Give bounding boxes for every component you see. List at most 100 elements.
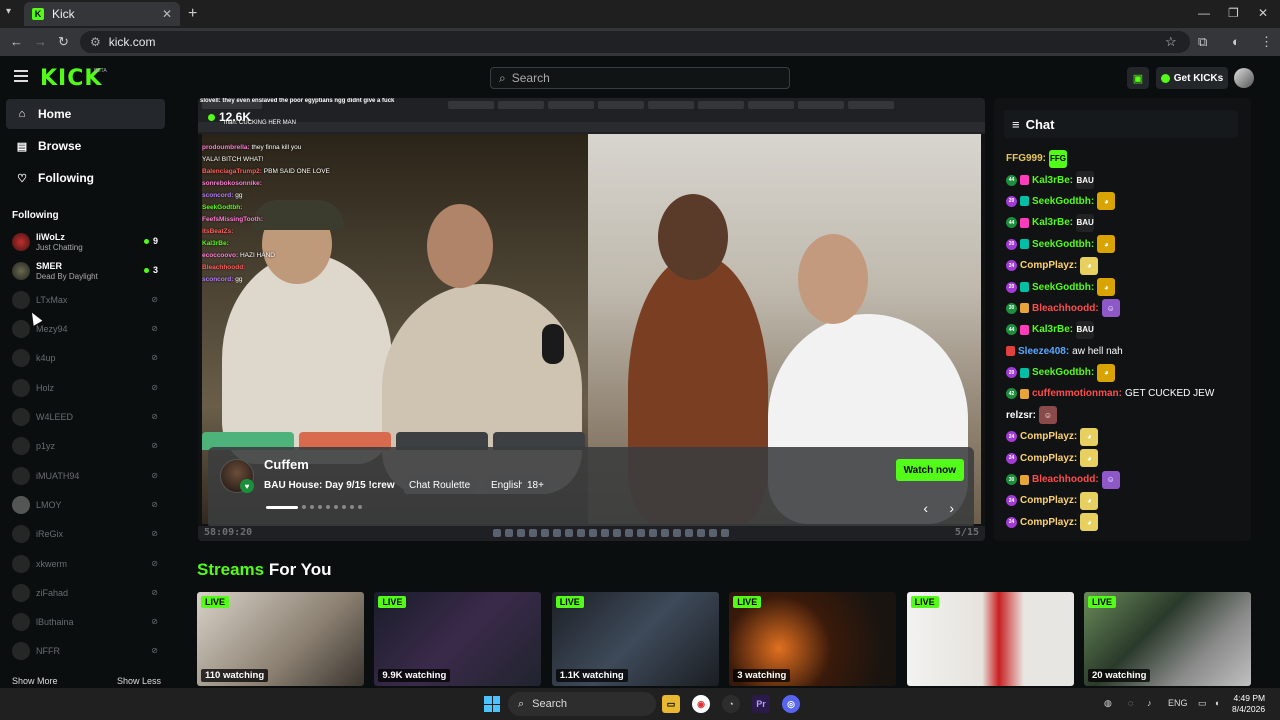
stream-card[interactable]: LIVE 1.1K watching (551, 592, 719, 686)
clock[interactable]: 4:49 PM 8/4/2026 (1232, 693, 1265, 715)
chat-username[interactable]: FFG999: (1006, 153, 1046, 164)
chat-username[interactable]: Bleachhoodd: (1032, 303, 1099, 314)
following-channel[interactable]: p1yz ⊘ (12, 432, 160, 460)
steam-icon[interactable]: ◔ (722, 695, 740, 713)
show-more-button[interactable]: Show More (12, 676, 58, 686)
chat-message: 20 SeekGodtbh: ◕ (1006, 191, 1246, 212)
carousel-prev-icon[interactable]: ‹ (923, 500, 928, 516)
tray-app-icon[interactable]: ◌ (1128, 698, 1133, 708)
chat-username[interactable]: relzsr: (1006, 410, 1036, 421)
new-tab-button[interactable]: + (188, 5, 197, 23)
search-box[interactable]: ⌕ (490, 67, 790, 89)
gift-icon[interactable]: ▣ (1127, 67, 1149, 89)
watching-count: 1.1K watching (555, 669, 628, 682)
following-channel[interactable]: iMUATH94 ⊘ (12, 462, 160, 490)
windows-start-icon[interactable] (484, 696, 500, 712)
chat-username[interactable]: CompPlayz: (1020, 495, 1077, 506)
chat-username[interactable]: Kal3rBe: (1032, 324, 1073, 335)
chat-username[interactable]: Bleachhoodd: (1032, 474, 1099, 485)
stream-card[interactable]: LIVE 9.9K watching (374, 592, 542, 686)
get-kicks-button[interactable]: Get KICKs (1156, 67, 1228, 89)
stream-card[interactable]: LIVE (906, 592, 1074, 686)
taskbar-search-label: Search (532, 698, 568, 710)
carousel-next-icon[interactable]: › (949, 500, 954, 516)
following-channel[interactable]: LTxMax ⊘ (12, 286, 160, 314)
sidebar-item-browse[interactable]: ▤ Browse (6, 131, 165, 161)
stream-tag[interactable]: 18+ (522, 477, 549, 494)
menu-dots-icon[interactable]: ⋮ (1260, 34, 1273, 50)
language-indicator[interactable]: ENG (1168, 698, 1188, 708)
tray-app-icon[interactable]: ◍ (1104, 698, 1112, 709)
chat-username[interactable]: CompPlayz: (1020, 431, 1077, 442)
sub-badge-icon: 24 (1006, 516, 1017, 528)
following-channel[interactable]: ziFahad ⊘ (12, 579, 160, 607)
chat-username[interactable]: Sleeze408: (1018, 346, 1069, 357)
chat-text: GET CUCKED JEW (1125, 388, 1215, 400)
user-avatar[interactable] (1234, 68, 1254, 88)
watch-now-button[interactable]: Watch now (895, 459, 964, 481)
stream-tag[interactable]: Chat Roulette (404, 477, 476, 494)
carousel-pagination[interactable] (266, 505, 362, 509)
chat-badge-icon (1020, 367, 1029, 378)
tab-list-icon[interactable]: ▾ (6, 6, 20, 20)
channel-name: liWoLz (36, 231, 65, 242)
stream-card[interactable]: LIVE 110 watching (197, 592, 364, 686)
channel-name: Mezy94 (36, 323, 68, 334)
following-channel[interactable]: W4LEED ⊘ (12, 403, 160, 431)
sub-badge-icon: 20 (1006, 367, 1017, 379)
chrome-icon[interactable]: ◉ (692, 695, 710, 713)
volume-icon[interactable]: ◖ (1214, 698, 1219, 708)
extensions-icon[interactable]: ⧉ (1198, 34, 1207, 50)
minimize-icon[interactable]: — (1198, 6, 1210, 20)
chat-username[interactable]: Kal3rBe: (1032, 175, 1073, 186)
sub-badge-icon: 20 (1006, 238, 1017, 250)
address-bar[interactable]: ⚙ kick.com (80, 31, 1190, 53)
featured-stream-player[interactable]: slovell: they even enslaved the poor egy… (198, 98, 985, 541)
chat-username[interactable]: SeekGodtbh: (1032, 239, 1094, 250)
taskbar-search[interactable]: ⌕ Search (508, 692, 656, 716)
chat-username[interactable]: SeekGodtbh: (1032, 367, 1094, 378)
sidebar-item-home[interactable]: ⌂ Home (6, 99, 165, 129)
featured-stream-card[interactable]: ♥ Cuffem BAU House: Day 9/15 !crew Chat … (208, 447, 974, 529)
reload-icon[interactable]: ↻ (58, 34, 69, 50)
browser-tab[interactable]: K Kick ✕ (24, 2, 180, 26)
premiere-icon[interactable]: Pr (752, 695, 770, 713)
chat-username[interactable]: Kal3rBe: (1032, 217, 1073, 228)
following-channel[interactable]: lButhaina ⊘ (12, 608, 160, 636)
following-channel[interactable]: SMER Dead By Daylight 3 (12, 257, 160, 285)
show-less-button[interactable]: Show Less (117, 676, 161, 686)
sidebar-item-following[interactable]: ♡ Following (6, 163, 165, 193)
streamer-name[interactable]: Cuffem (264, 457, 309, 472)
sub-badge-icon: 44 (1006, 217, 1017, 229)
following-channel[interactable]: Holz ⊘ (12, 374, 160, 402)
back-icon[interactable]: ← (10, 34, 23, 49)
stream-card[interactable]: LIVE 20 watching (1084, 592, 1251, 686)
profile-icon[interactable]: ◐ (1232, 34, 1240, 49)
chat-username[interactable]: CompPlayz: (1020, 453, 1077, 464)
chat-username[interactable]: SeekGodtbh: (1032, 282, 1094, 293)
chat-username[interactable]: SeekGodtbh: (1032, 196, 1094, 207)
chat-username[interactable]: CompPlayz: (1020, 260, 1077, 271)
stream-card[interactable]: LIVE 3 watching (729, 592, 897, 686)
collapse-chat-icon[interactable]: ≡ (1012, 117, 1020, 132)
search-input[interactable] (511, 71, 772, 85)
following-channel[interactable]: xkwerm ⊘ (12, 550, 160, 578)
hamburger-menu-icon[interactable] (14, 70, 28, 82)
close-tab-icon[interactable]: ✕ (162, 7, 172, 21)
discord-icon[interactable]: ◎ (782, 695, 800, 713)
chat-username[interactable]: cuffemmotionman: (1032, 388, 1122, 399)
chat-username[interactable]: CompPlayz: (1020, 517, 1077, 528)
following-channel[interactable]: LMOY ⊘ (12, 491, 160, 519)
following-channel[interactable]: k4up ⊘ (12, 344, 160, 372)
following-channel[interactable]: liWoLz Just Chatting 9 (12, 228, 160, 256)
network-icon[interactable]: ▭ (1198, 698, 1207, 709)
site-info-icon[interactable]: ⚙ (90, 35, 101, 49)
microphone-icon[interactable]: ♪ (1147, 698, 1152, 708)
maximize-icon[interactable]: ❐ (1228, 6, 1239, 20)
forward-icon[interactable]: → (34, 34, 47, 49)
close-window-icon[interactable]: ✕ (1258, 6, 1268, 20)
following-channel[interactable]: iReGix ⊘ (12, 520, 160, 548)
bookmark-star-icon[interactable]: ☆ (1165, 34, 1177, 50)
following-channel[interactable]: NFFR ⊘ (12, 637, 160, 665)
file-explorer-icon[interactable]: ▭ (662, 695, 680, 713)
